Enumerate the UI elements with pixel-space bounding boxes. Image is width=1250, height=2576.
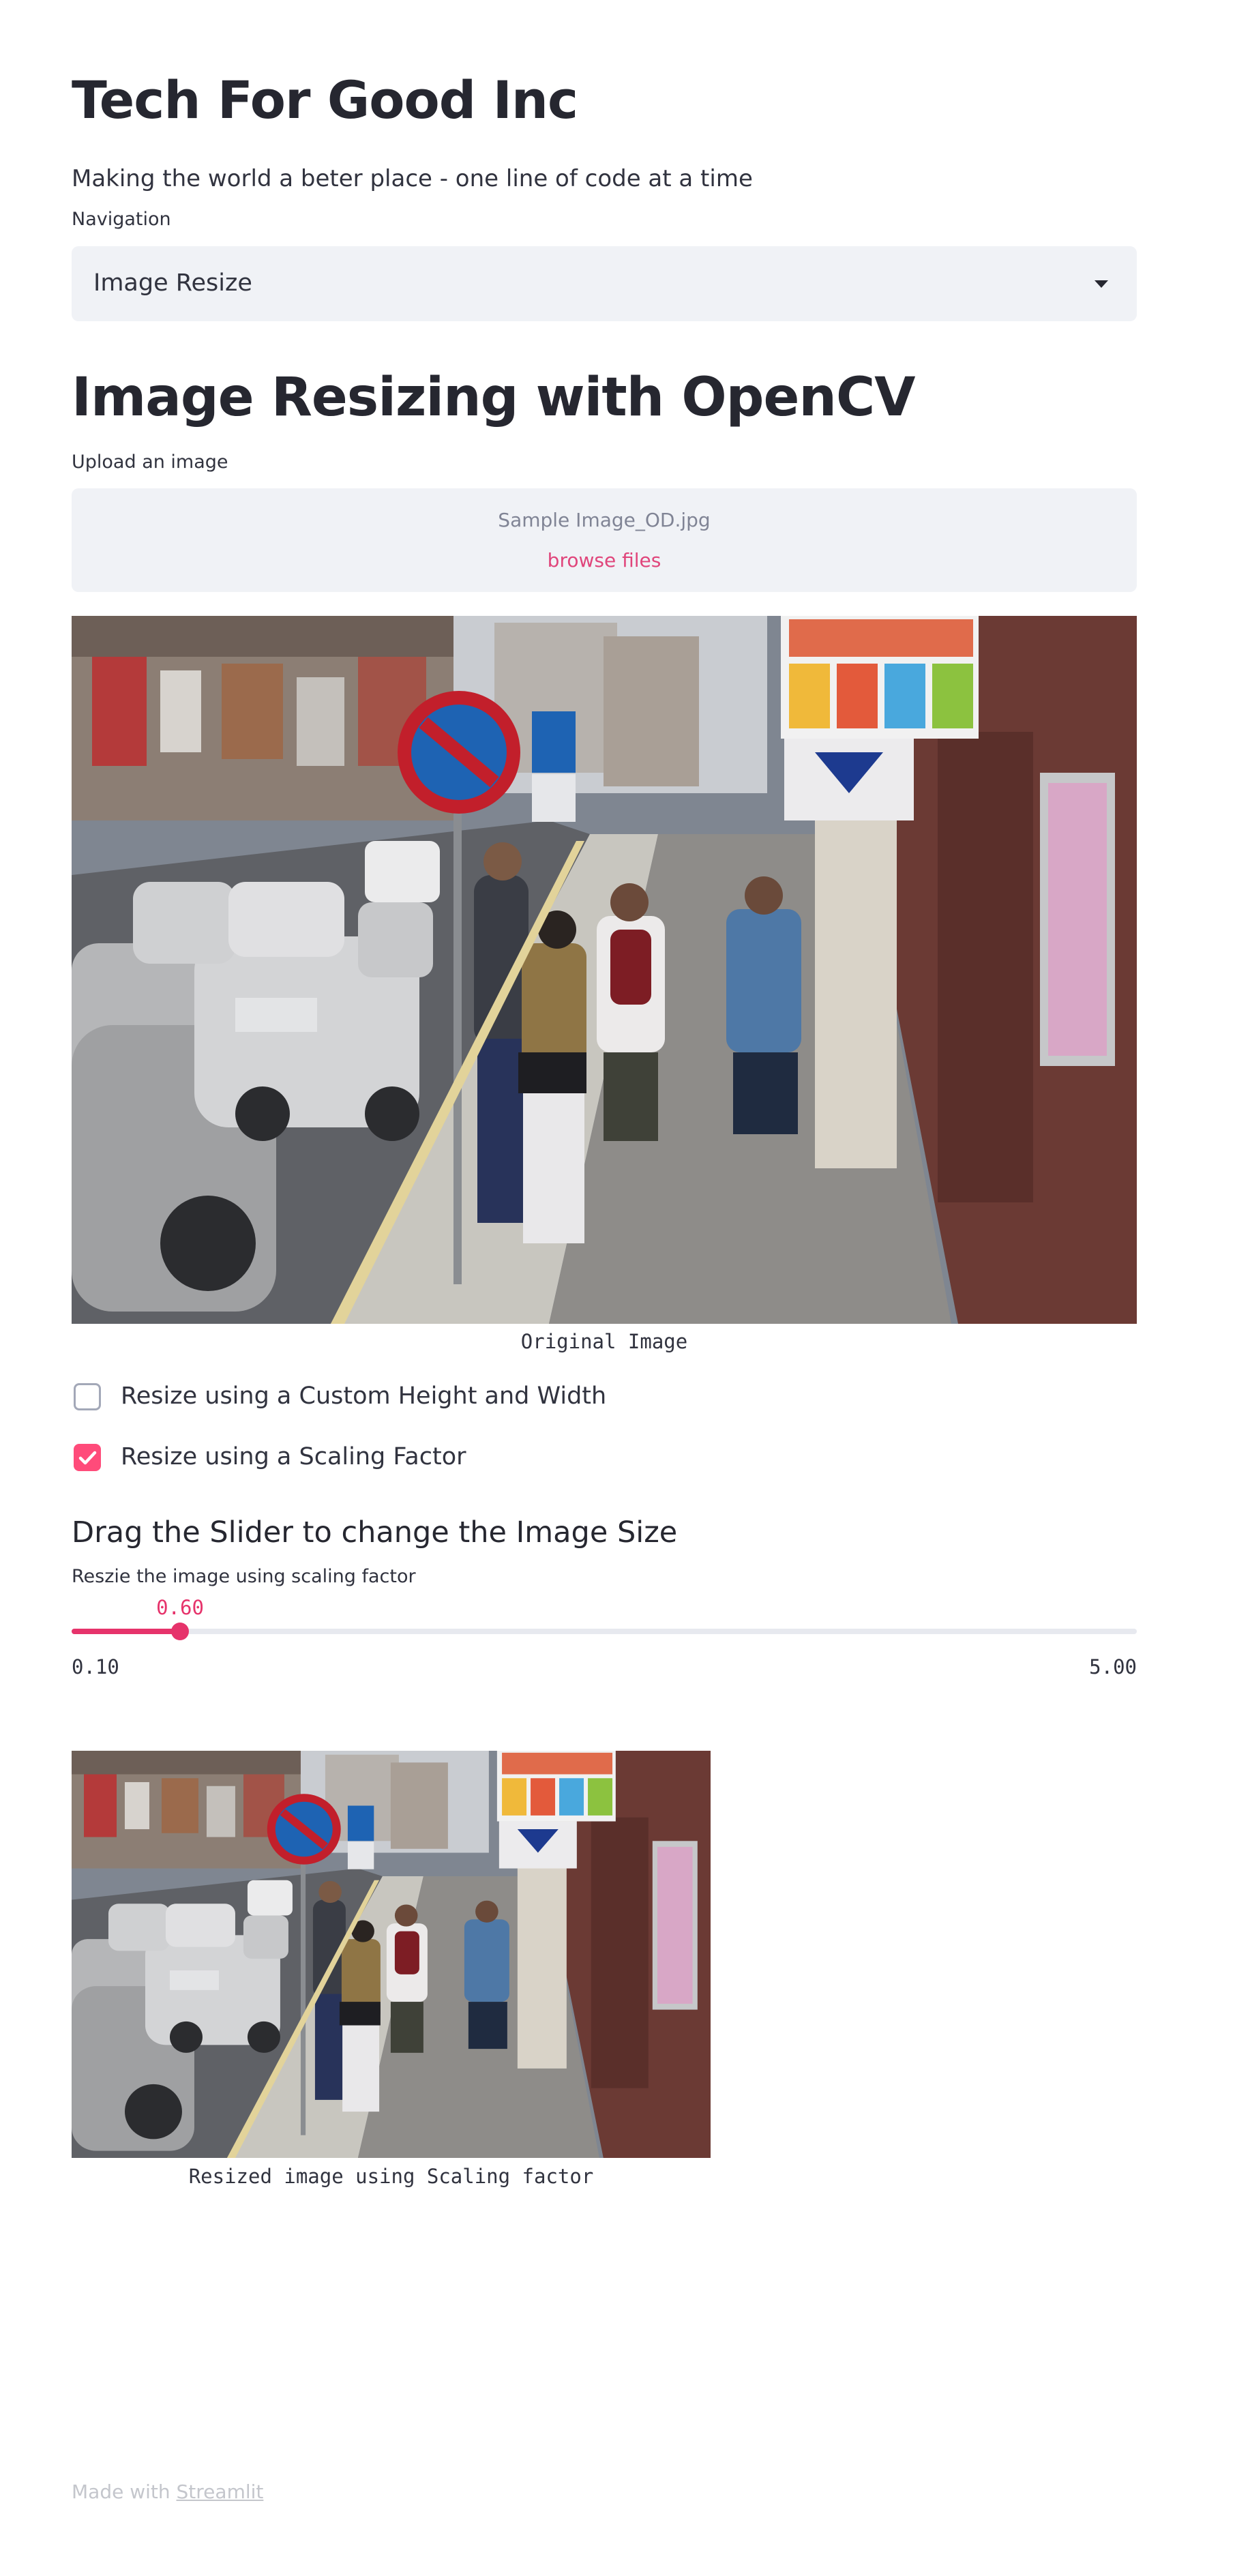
- scaling-checkbox[interactable]: [74, 1444, 101, 1471]
- original-image-caption: Original Image: [520, 1330, 688, 1353]
- street-scene-image: [72, 616, 1137, 1324]
- checkmark-icon: [78, 1451, 97, 1465]
- resized-image: [72, 1751, 711, 2158]
- custom-size-checkbox[interactable]: [74, 1383, 101, 1410]
- resized-image-caption: Resized image using Scaling factor: [188, 2165, 594, 2188]
- original-image: [72, 616, 1137, 1324]
- slider-section-heading: Drag the Slider to change the Image Size: [72, 1515, 678, 1550]
- custom-size-checkbox-row[interactable]: Resize using a Custom Height and Width: [72, 1381, 606, 1415]
- custom-size-checkbox-label: Resize using a Custom Height and Width: [121, 1382, 607, 1410]
- slider-current-value: 0.60: [156, 1596, 204, 1619]
- navigation-selected-value: Image Resize: [93, 269, 252, 297]
- slider-fill: [72, 1629, 180, 1634]
- scaling-factor-slider[interactable]: 0.60 0.10 5.00: [72, 1596, 1137, 1678]
- browse-files-button[interactable]: browse files: [72, 549, 1137, 572]
- slider-track[interactable]: [72, 1629, 1137, 1634]
- app-subtitle: Making the world a beter place - one lin…: [72, 165, 753, 192]
- chevron-down-icon: [1095, 280, 1108, 288]
- slider-thumb[interactable]: [171, 1623, 189, 1640]
- streamlit-link[interactable]: Streamlit: [177, 2481, 264, 2503]
- footer: Made with Streamlit: [72, 2481, 263, 2503]
- uploaded-file-name: Sample Image_OD.jpg: [498, 509, 711, 531]
- street-scene-image-resized: [72, 1751, 711, 2158]
- navigation-label: Navigation: [72, 209, 171, 230]
- upload-label: Upload an image: [72, 451, 228, 473]
- slider-max-label: 5.00: [1089, 1655, 1137, 1678]
- footer-prefix: Made with: [72, 2481, 177, 2503]
- slider-label: Reszie the image using scaling factor: [72, 1566, 416, 1587]
- app-title: Tech For Good Inc: [72, 70, 578, 130]
- scaling-checkbox-label: Resize using a Scaling Factor: [121, 1443, 466, 1470]
- navigation-select[interactable]: Image Resize: [72, 246, 1137, 321]
- file-uploader-dropzone[interactable]: Sample Image_OD.jpg browse files: [72, 488, 1137, 592]
- slider-min-label: 0.10: [72, 1655, 119, 1678]
- page-heading: Image Resizing with OpenCV: [72, 367, 916, 428]
- scaling-checkbox-row[interactable]: Resize using a Scaling Factor: [72, 1442, 508, 1476]
